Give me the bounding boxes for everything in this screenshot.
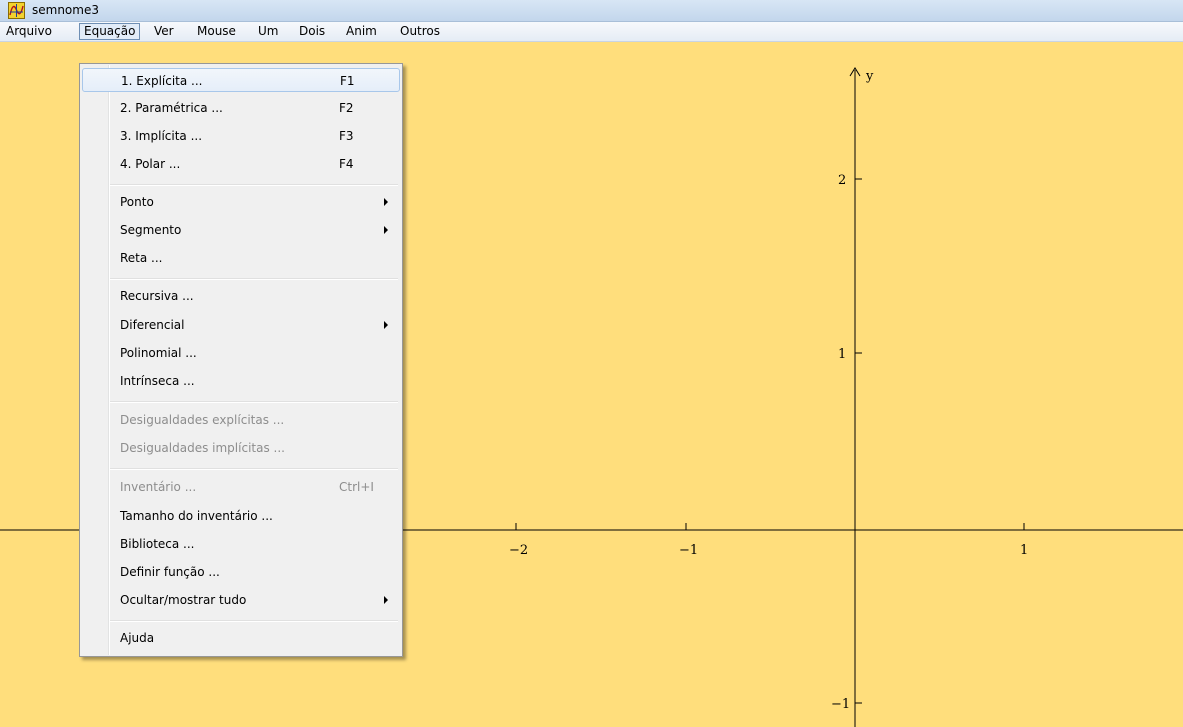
menu-item-label: Ponto [120, 195, 154, 209]
menu-ver[interactable]: Ver [150, 23, 178, 40]
submenu-arrow-icon [384, 198, 388, 206]
menu-item-ponto[interactable]: Ponto [82, 190, 400, 214]
menu-item-shortcut: F2 [339, 101, 354, 115]
menu-item-polar[interactable]: 4. Polar ... F4 [82, 152, 400, 176]
menu-separator [110, 401, 398, 403]
menu-item-implicita[interactable]: 3. Implícita ... F3 [82, 124, 400, 148]
menu-separator [110, 278, 398, 280]
menu-item-label: 2. Paramétrica ... [120, 101, 223, 115]
menu-item-reta[interactable]: Reta ... [82, 246, 400, 270]
menu-item-ocultar-mostrar[interactable]: Ocultar/mostrar tudo [82, 588, 400, 612]
menu-item-label: Polinomial ... [120, 346, 197, 360]
menu-item-label: Segmento [120, 223, 182, 237]
title-bar[interactable]: semnome3 [0, 0, 1183, 22]
x-tick-label: 1 [1020, 543, 1028, 558]
menu-item-intrinseca[interactable]: Intrínseca ... [82, 369, 400, 393]
window-title: semnome3 [32, 3, 99, 17]
menu-item-diferencial[interactable]: Diferencial [82, 313, 400, 337]
menu-item-label: Tamanho do inventário ... [120, 509, 273, 523]
menu-item-desigualdades-implicitas: Desigualdades implícitas ... [82, 436, 400, 460]
y-tick-label: −1 [831, 697, 850, 712]
menu-item-label: Intrínseca ... [120, 374, 195, 388]
menu-item-label: Desigualdades explícitas ... [120, 413, 285, 427]
menu-mouse[interactable]: Mouse [193, 23, 240, 40]
menu-item-label: Reta ... [120, 251, 163, 265]
menu-item-segmento[interactable]: Segmento [82, 218, 400, 242]
y-tick-label: 1 [838, 347, 846, 362]
menu-anim[interactable]: Anim [342, 23, 381, 40]
menu-item-ajuda[interactable]: Ajuda [82, 626, 400, 650]
menu-dois[interactable]: Dois [295, 23, 329, 40]
x-tick-label: −2 [509, 543, 528, 558]
menu-bar: Arquivo Equação Ver Mouse Um Dois Anim O… [0, 22, 1183, 42]
menu-item-recursiva[interactable]: Recursiva ... [82, 284, 400, 308]
menu-item-label: Recursiva ... [120, 289, 194, 303]
y-axis-label: y [865, 69, 874, 84]
menu-item-shortcut: F4 [339, 157, 354, 171]
menu-separator [110, 184, 398, 186]
y-tick-label: 2 [838, 173, 846, 188]
graph-app-icon [8, 2, 25, 19]
submenu-arrow-icon [384, 321, 388, 329]
menu-item-label: Definir função ... [120, 565, 220, 579]
menu-item-parametrica[interactable]: 2. Paramétrica ... F2 [82, 96, 400, 120]
menu-item-label: Diferencial [120, 318, 185, 332]
menu-item-label: Ajuda [120, 631, 155, 645]
menu-item-label: Ocultar/mostrar tudo [120, 593, 247, 607]
menu-item-definir-funcao[interactable]: Definir função ... [82, 560, 400, 584]
x-tick-label: −1 [679, 543, 698, 558]
equation-dropdown-menu: 1. Explícita ... F1 2. Paramétrica ... F… [79, 63, 403, 657]
menu-item-desigualdades-explicitas: Desigualdades explícitas ... [82, 408, 400, 432]
menu-item-explicita[interactable]: 1. Explícita ... F1 [82, 68, 400, 92]
submenu-arrow-icon [384, 596, 388, 604]
menu-item-label: Biblioteca ... [120, 537, 195, 551]
menu-equacao[interactable]: Equação [79, 23, 141, 40]
menu-item-label: Inventário ... [120, 480, 197, 494]
menu-item-tamanho-inventario[interactable]: Tamanho do inventário ... [82, 504, 400, 528]
menu-item-biblioteca[interactable]: Biblioteca ... [82, 532, 400, 556]
menu-outros[interactable]: Outros [396, 23, 444, 40]
menu-item-polinomial[interactable]: Polinomial ... [82, 341, 400, 365]
submenu-arrow-icon [384, 226, 388, 234]
menu-separator [110, 620, 398, 622]
menu-item-label: Desigualdades implícitas ... [120, 441, 285, 455]
menu-item-shortcut: Ctrl+I [339, 480, 374, 494]
menu-item-shortcut: F3 [339, 129, 354, 143]
menu-item-shortcut: F1 [340, 74, 355, 88]
menu-arquivo[interactable]: Arquivo [2, 23, 56, 40]
menu-item-inventario: Inventário ... Ctrl+I [82, 475, 400, 499]
menu-separator [110, 468, 398, 470]
menu-item-label: 3. Implícita ... [120, 129, 203, 143]
menu-item-label: 4. Polar ... [120, 157, 181, 171]
menu-um[interactable]: Um [254, 23, 282, 40]
menu-item-label: 1. Explícita ... [121, 74, 203, 88]
